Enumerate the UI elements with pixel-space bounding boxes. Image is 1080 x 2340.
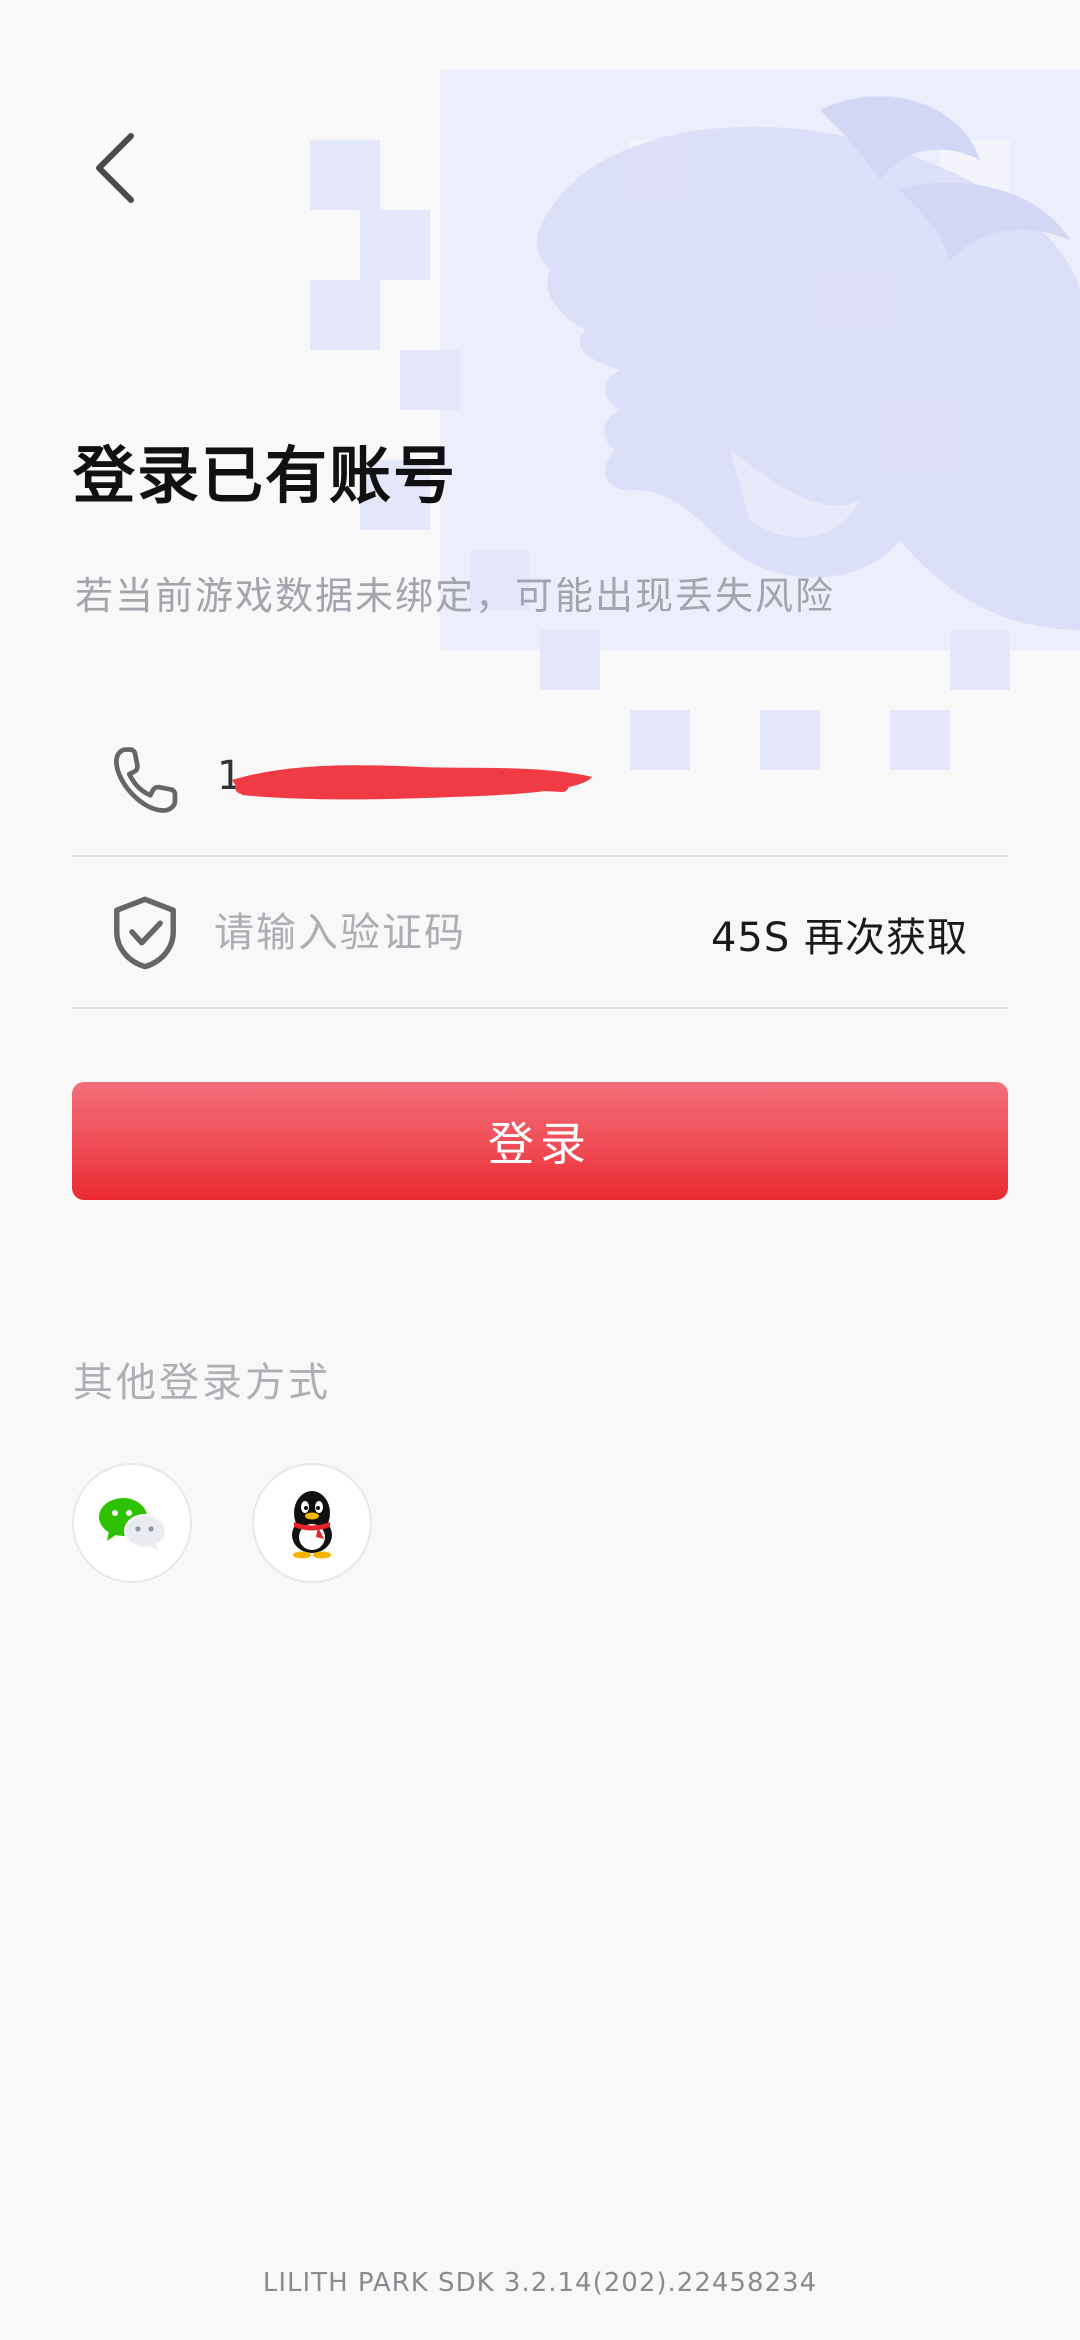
sdk-version-text: LILITH PARK SDK 3.2.14(202).22458234 [262, 2268, 818, 2298]
qq-login-button[interactable] [252, 1463, 372, 1583]
back-button[interactable] [80, 125, 150, 210]
other-login-label: 其他登录方式 [73, 1360, 331, 1406]
verification-code-field: 45S 再次获取 [72, 857, 1008, 1009]
login-button[interactable]: 登录 [72, 1082, 1008, 1200]
redaction-mark [232, 765, 592, 800]
page-subtitle: 若当前游戏数据未绑定，可能出现丢失风险 [75, 574, 836, 618]
page-title: 登录已有账号 [73, 439, 458, 512]
phone-field[interactable]: 1 [72, 705, 1008, 857]
qq-penguin-icon [292, 1491, 332, 1559]
verification-code-input[interactable] [212, 897, 736, 969]
wechat-login-button[interactable] [72, 1463, 192, 1583]
phone-icon [114, 747, 178, 813]
resend-code-button[interactable]: 45S 再次获取 [711, 905, 968, 963]
chevron-left-icon [96, 132, 134, 203]
shield-check-icon [114, 896, 176, 970]
wechat-icon [99, 1498, 166, 1551]
